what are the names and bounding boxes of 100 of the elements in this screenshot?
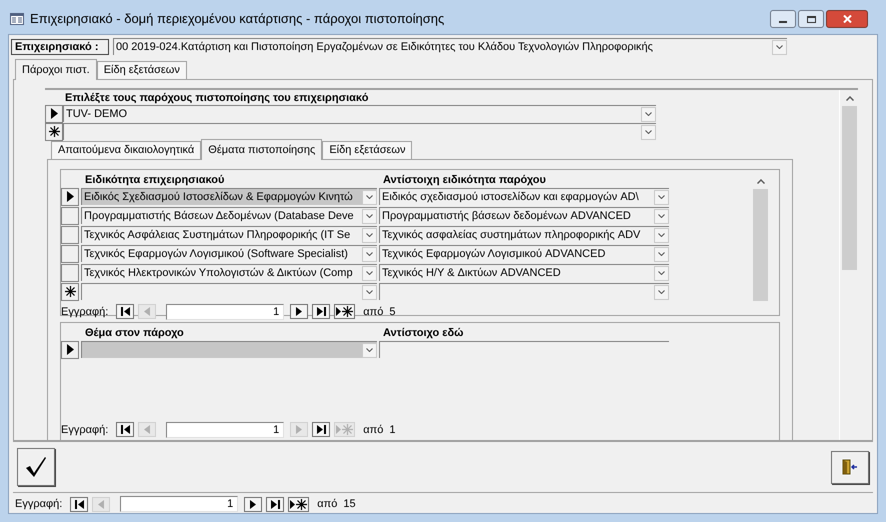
maximize-button[interactable] [798, 10, 824, 28]
combo-box[interactable]: Ειδικός Σχεδιασμού Ιστοσελίδων & Εφαρμογών Κινητώ [81, 188, 377, 206]
tab[interactable]: Είδη εξετάσεων [322, 140, 412, 159]
scroll-thumb[interactable] [842, 106, 857, 270]
navigation-button[interactable] [244, 496, 262, 512]
dropdown-button[interactable] [654, 208, 669, 224]
combo-box[interactable]: Τεχνικός Ασφάλειας Συστημάτων Πληροφορικής (IT Se [81, 226, 377, 244]
current-record-icon [66, 344, 74, 356]
combo-box[interactable]: Τεχνικός ασφαλείας συστημάτων πληροφορικής ADV [379, 226, 669, 244]
last-record-icon [270, 500, 280, 509]
tab[interactable]: Απαιτούμενα δικαιολογητικά [51, 140, 202, 159]
column-header: Επιλέξτε τους παρόχους πιστοποίησης του επιχειρησιακό [65, 90, 370, 105]
tab[interactable]: Πάροχοι πιστ. [15, 58, 97, 80]
navigation-button[interactable] [312, 422, 330, 438]
confirm-button[interactable] [17, 448, 55, 486]
next-record-icon [250, 500, 256, 509]
navigation-button[interactable] [70, 496, 88, 512]
dropdown-button[interactable] [654, 228, 669, 243]
dropdown-button[interactable] [362, 208, 377, 224]
caret-icon [658, 252, 665, 256]
caret-icon [366, 271, 373, 276]
record-total: 15 [343, 496, 356, 512]
combo-box[interactable]: Ειδικός σχεδιασμού ιστοσελίδων και εφαρμογών AD\ [379, 188, 669, 206]
dropdown-button[interactable] [641, 124, 656, 140]
scroll-up-icon [846, 96, 854, 101]
combo-box[interactable] [379, 283, 669, 300]
caret-icon [366, 233, 373, 238]
combo-box[interactable] [81, 283, 377, 300]
record-number-field[interactable]: 1 [120, 496, 238, 512]
dropdown-button[interactable] [654, 190, 669, 205]
combo-box[interactable]: Προγραμματιστής βάσεων δεδομένων ADVANCED [379, 207, 669, 224]
exit-button[interactable] [831, 450, 869, 484]
combo-box[interactable]: Τεχνικός Εφαρμογών Λογισμικού ADVANCED [379, 245, 669, 262]
combo-box[interactable]: Τεχνικός Ηλεκτρονικών Υπολογιστών & Δικτύων (Comp [81, 264, 377, 282]
tab[interactable]: Θέματα πιστοποίησης [201, 138, 322, 160]
caret-icon [658, 290, 665, 294]
new-record-icon [336, 424, 354, 436]
tab[interactable]: Είδη εξετάσεων [96, 60, 187, 79]
combo-box[interactable]: 00 2019-024.Κατάρτιση και Πιστοποίηση Εργαζομένων σε Ειδικότητες του Κλάδου Τεχνολογιών Πληροφορικής [113, 38, 787, 55]
first-record-icon [74, 500, 84, 509]
dropdown-button[interactable] [362, 228, 377, 243]
dropdown-button[interactable] [362, 284, 377, 300]
caret-icon [366, 348, 373, 352]
window-title: Επιχειρησιακό - δομή περιεχομένου κατάρτισης - πάροχοι πιστοποίησης [30, 10, 444, 28]
record-label: Εγγραφή: [61, 422, 108, 438]
scroll-thumb[interactable] [753, 188, 768, 301]
record-selector[interactable] [45, 104, 63, 123]
caret-icon [658, 233, 665, 238]
navigation-button[interactable] [290, 304, 308, 320]
caret-icon [366, 195, 373, 200]
dropdown-button[interactable] [362, 246, 377, 262]
record-number-field[interactable]: 1 [166, 422, 284, 438]
dropdown-button[interactable] [641, 106, 656, 122]
record-selector[interactable] [61, 282, 79, 301]
record-selector[interactable] [61, 188, 79, 206]
caret-icon [645, 130, 652, 134]
caret-icon [366, 290, 373, 294]
caret-icon [776, 45, 783, 49]
navigation-button[interactable] [266, 496, 284, 512]
next-record-icon [296, 307, 302, 316]
scroll-up-icon [756, 178, 764, 184]
navigation-button[interactable] [334, 304, 356, 320]
combo-box[interactable]: TUV- DEMO [63, 105, 656, 122]
record-total: 5 [389, 304, 396, 320]
minimize-button[interactable] [770, 10, 796, 28]
column-header: Ειδικότητα επιχειρησιακού [85, 172, 226, 187]
record-selector[interactable] [61, 340, 79, 359]
previous-record-icon [144, 307, 150, 316]
close-icon [842, 15, 852, 23]
last-record-icon [316, 425, 326, 434]
current-record-icon [66, 191, 74, 202]
record-of-label: από [363, 422, 384, 438]
caret-icon [658, 214, 665, 218]
column-header: Αντίστοιχο εδώ [383, 326, 464, 340]
combo-box[interactable]: Τεχνικός Εφαρμογών Λογισμικού (Software Specialist) [81, 245, 377, 262]
record-selector[interactable] [45, 122, 63, 141]
record-label: Εγγραφή: [61, 304, 108, 320]
dropdown-button[interactable] [654, 266, 669, 281]
close-button[interactable] [826, 10, 868, 28]
dropdown-button[interactable] [772, 40, 787, 54]
combo-box[interactable]: Προγραμματιστής Βάσεων Δεδομένων (Database Deve [81, 207, 377, 224]
new-record-icon [290, 498, 308, 510]
navigation-button[interactable] [116, 304, 134, 320]
dropdown-button[interactable] [362, 190, 377, 205]
previous-record-icon [144, 425, 150, 434]
record-number-field[interactable]: 1 [166, 304, 284, 320]
navigation-button[interactable] [288, 496, 310, 512]
navigation-button[interactable] [312, 304, 330, 320]
caret-icon [645, 112, 652, 116]
combo-box[interactable] [81, 341, 377, 358]
new-record-icon [336, 306, 354, 318]
navigation-button[interactable] [116, 422, 134, 438]
dropdown-button[interactable] [362, 266, 377, 281]
dropdown-button[interactable] [362, 342, 377, 358]
dropdown-button[interactable] [654, 246, 669, 262]
new-record-icon [64, 286, 76, 298]
previous-record-icon [98, 500, 104, 509]
dropdown-button[interactable] [654, 284, 669, 300]
current-record-icon [50, 108, 58, 120]
combo-box[interactable]: Τεχνικός H/Y & Δικτύων ADVANCED [379, 264, 669, 282]
